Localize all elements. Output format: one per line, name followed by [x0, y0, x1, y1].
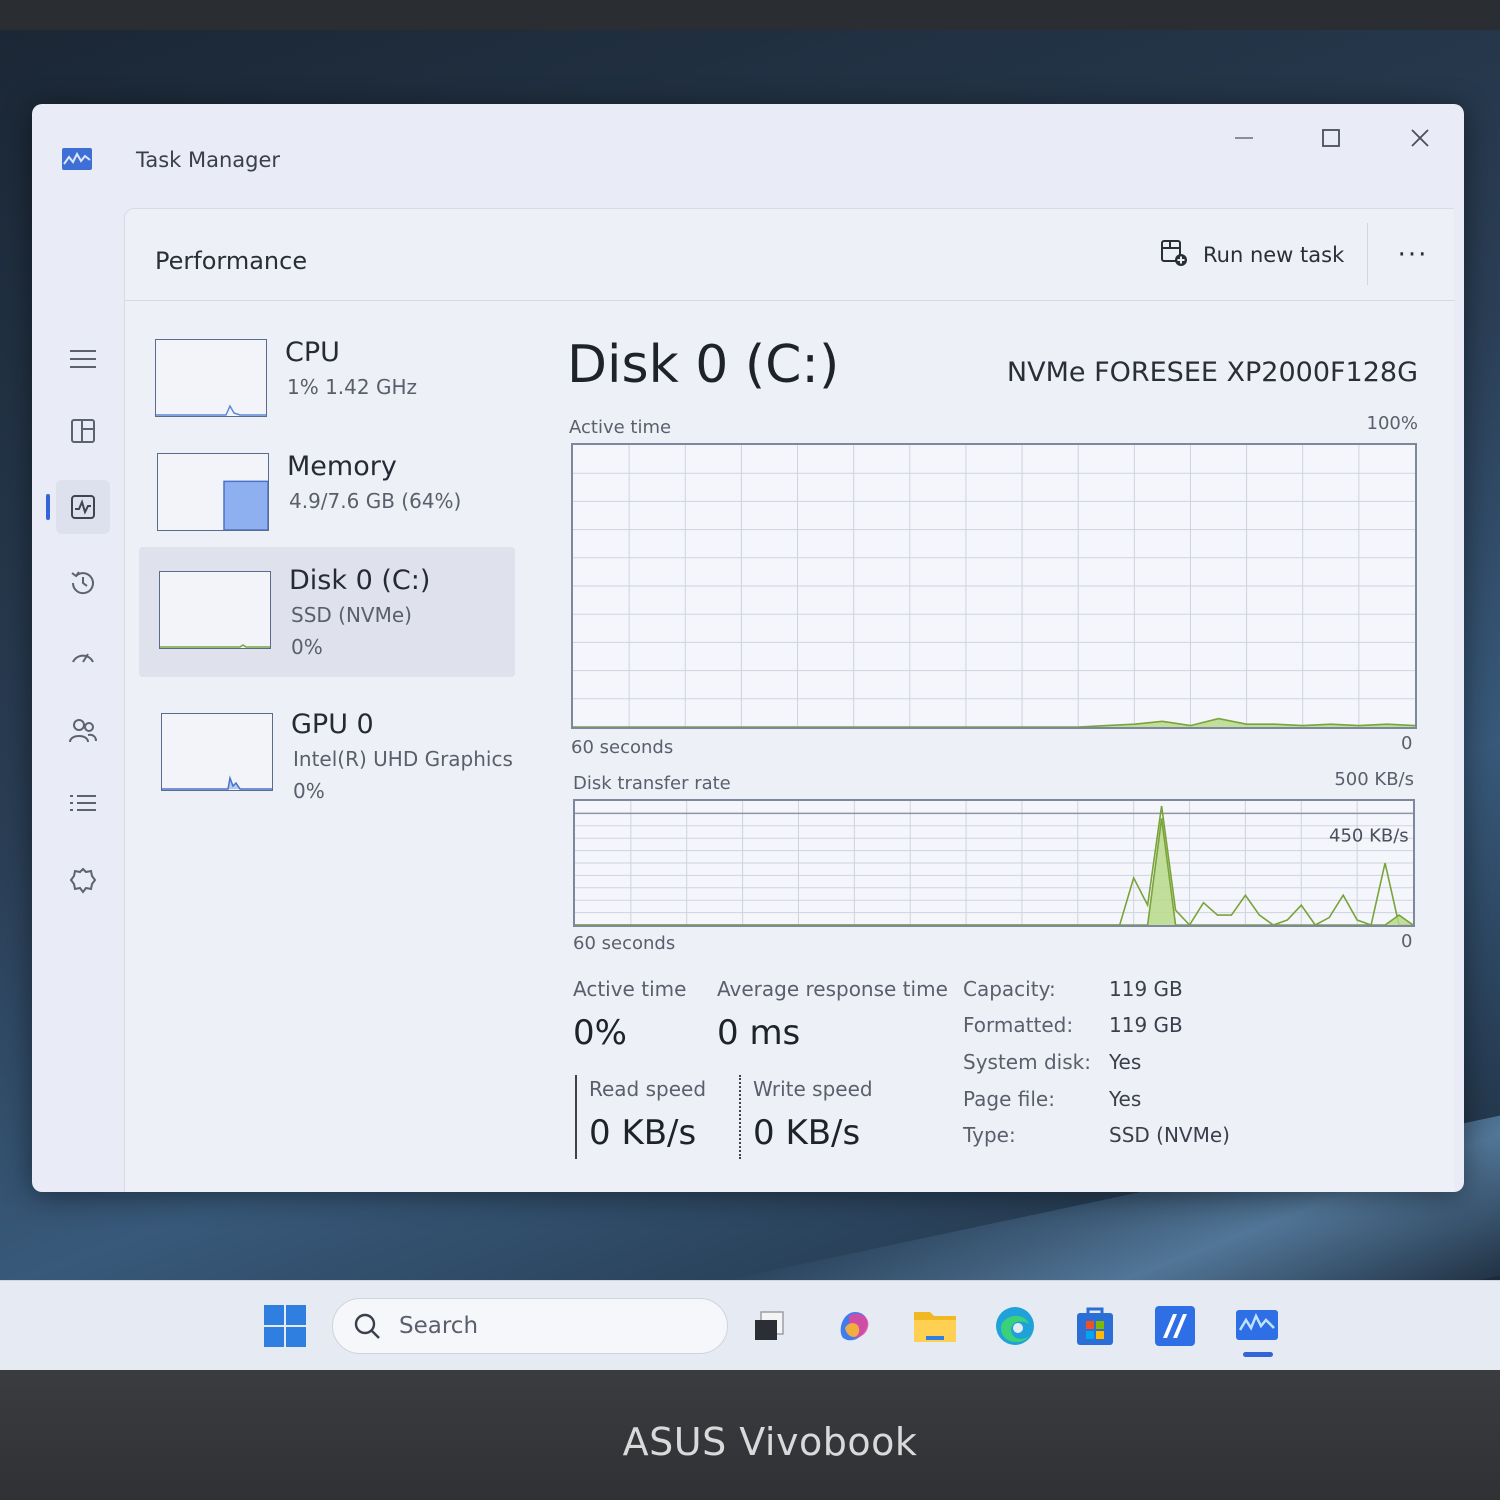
close-button[interactable]	[1396, 118, 1444, 158]
resource-item-gpu[interactable]: GPU 0 Intel(R) UHD Graphics 0%	[139, 687, 515, 819]
myasus-icon[interactable]	[1150, 1301, 1200, 1351]
transfer-rate-x-label: 60 seconds	[573, 933, 676, 954]
avg-response-label: Average response time	[717, 977, 948, 1001]
capacity-value: 119 GB	[1109, 977, 1183, 1001]
write-speed-legend-line	[739, 1075, 741, 1159]
resource-item-cpu[interactable]: CPU 1% 1.42 GHz	[139, 321, 515, 445]
active-time-chart	[571, 443, 1417, 729]
active-app-indicator	[1243, 1352, 1273, 1357]
resource-detail: 1% 1.42 GHz	[287, 375, 418, 399]
active-time-chart-max: 100%	[1366, 413, 1418, 434]
system-disk-value: Yes	[1109, 1050, 1142, 1074]
series-line	[575, 818, 1413, 925]
write-speed-value: 0 KB/s	[753, 1113, 861, 1153]
disk-model: NVMe FORESEE XP2000F128G	[1006, 357, 1418, 388]
hamburger-menu-icon[interactable]	[56, 332, 110, 386]
active-time-value: 0%	[573, 1013, 627, 1053]
active-time-x-label: 60 seconds	[571, 737, 674, 758]
task-manager-window: Task Manager Performance Run new task ··…	[32, 104, 1464, 1192]
chart-grid	[575, 801, 1413, 925]
transfer-rate-chart-max: 500 KB/s	[1334, 769, 1414, 790]
series-area	[573, 718, 1415, 727]
read-speed-value: 0 KB/s	[589, 1113, 697, 1153]
run-task-icon	[1159, 238, 1189, 273]
file-explorer-icon[interactable]	[910, 1301, 960, 1351]
transfer-rate-chart: 450 KB/s	[573, 799, 1415, 927]
page-file-value: Yes	[1109, 1087, 1142, 1111]
taskbar-search-box[interactable]: Search	[332, 1298, 728, 1354]
active-nav-indicator	[46, 494, 50, 520]
read-speed-legend-line	[575, 1075, 577, 1159]
chart-grid	[573, 445, 1415, 727]
series-line	[575, 805, 1413, 925]
minimize-button[interactable]	[1220, 118, 1268, 158]
windows-start-icon[interactable]	[260, 1301, 310, 1351]
search-icon	[353, 1312, 381, 1344]
transfer-rate-zero-label: 0	[1401, 931, 1413, 952]
task-view-icon[interactable]	[744, 1301, 794, 1351]
resource-name: CPU	[285, 337, 340, 368]
search-placeholder: Search	[399, 1313, 479, 1339]
formatted-value: 119 GB	[1109, 1013, 1183, 1037]
resource-usage: 0%	[291, 635, 323, 659]
window-title: Task Manager	[136, 148, 281, 172]
series-area	[575, 818, 1413, 925]
task-manager-taskbar-icon[interactable]	[1232, 1301, 1282, 1351]
resource-item-memory[interactable]: Memory 4.9/7.6 GB (64%)	[139, 435, 515, 559]
resource-usage: 0%	[293, 779, 325, 803]
processes-icon[interactable]	[56, 404, 110, 458]
resource-name: Disk 0 (C:)	[289, 565, 431, 596]
app-history-icon[interactable]	[56, 556, 110, 610]
type-value: SSD (NVMe)	[1109, 1123, 1230, 1147]
run-task-label: Run new task	[1203, 243, 1345, 267]
series-area	[575, 806, 1413, 925]
services-icon[interactable]	[56, 854, 110, 908]
type-key: Type:	[963, 1123, 1016, 1147]
write-speed-label: Write speed	[753, 1077, 873, 1101]
users-icon[interactable]	[56, 704, 110, 758]
memory-thumbnail-graph	[157, 453, 269, 531]
details-icon[interactable]	[56, 778, 110, 832]
taskbar: Search	[0, 1280, 1500, 1370]
capacity-key: Capacity:	[963, 977, 1056, 1001]
performance-icon[interactable]	[56, 480, 110, 534]
formatted-key: Formatted:	[963, 1013, 1074, 1037]
avg-response-value: 0 ms	[717, 1013, 801, 1053]
system-disk-key: System disk:	[963, 1050, 1091, 1074]
active-time-chart-label: Active time	[569, 417, 672, 438]
detail-title: Disk 0 (C:)	[567, 335, 840, 395]
task-manager-app-icon	[62, 148, 92, 170]
resource-detail: SSD (NVMe)	[291, 603, 412, 627]
panel-header: Performance Run new task ···	[125, 209, 1455, 301]
edge-icon[interactable]	[990, 1301, 1040, 1351]
title-bar[interactable]: Task Manager	[32, 104, 1464, 204]
performance-panel: Performance Run new task ··· CPU 1% 1.42…	[124, 208, 1455, 1192]
maximize-button[interactable]	[1307, 118, 1355, 158]
copilot-icon[interactable]	[830, 1301, 880, 1351]
gpu-thumbnail-graph	[161, 713, 273, 791]
navigation-rail	[32, 204, 124, 1192]
active-time-zero-label: 0	[1401, 733, 1413, 754]
resource-name: GPU 0	[291, 709, 374, 740]
disk-thumbnail-graph	[159, 571, 271, 649]
store-icon[interactable]	[1070, 1301, 1120, 1351]
header-divider	[1367, 223, 1368, 285]
resource-name: Memory	[287, 451, 397, 482]
run-new-task-button[interactable]: Run new task	[1159, 235, 1344, 275]
active-time-label: Active time	[573, 977, 687, 1001]
read-speed-label: Read speed	[589, 1077, 707, 1101]
cpu-thumbnail-graph	[155, 339, 267, 417]
resource-item-disk[interactable]: Disk 0 (C:) SSD (NVMe) 0%	[139, 547, 515, 677]
startup-apps-icon[interactable]	[56, 630, 110, 684]
page-title: Performance	[155, 247, 308, 275]
resource-detail: Intel(R) UHD Graphics	[293, 747, 513, 771]
page-file-key: Page file:	[963, 1087, 1055, 1111]
reference-line-label: 450 KB/s	[1329, 825, 1409, 846]
resource-detail: 4.9/7.6 GB (64%)	[289, 489, 462, 513]
transfer-rate-chart-label: Disk transfer rate	[573, 773, 731, 794]
more-options-button[interactable]: ···	[1391, 235, 1435, 275]
laptop-brand-logo: ASUS Vivobook	[622, 1420, 918, 1464]
